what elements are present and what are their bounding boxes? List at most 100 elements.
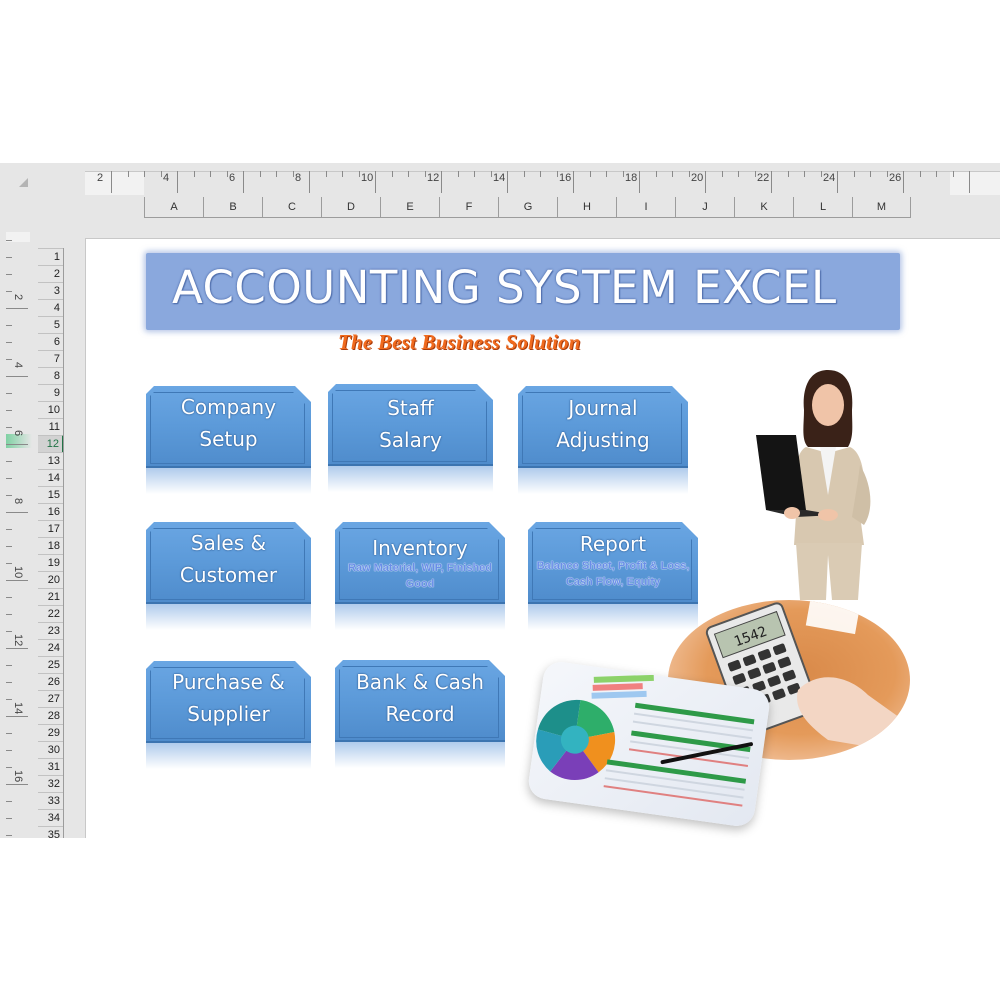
- row-header-17[interactable]: 17: [38, 520, 63, 537]
- row-header-25[interactable]: 25: [38, 656, 63, 673]
- ruler-tick: [6, 614, 12, 615]
- row-header-1[interactable]: 1: [38, 248, 63, 265]
- column-header-b[interactable]: B: [203, 197, 262, 217]
- sales-customer-button[interactable]: Sales & Customer: [146, 522, 311, 630]
- bank-cash-record-button[interactable]: Bank & Cash Record: [335, 660, 505, 768]
- row-header-11[interactable]: 11: [38, 418, 63, 435]
- row-header-5[interactable]: 5: [38, 316, 63, 333]
- tile-reflection: [528, 604, 698, 630]
- ruler-tick: [688, 171, 690, 177]
- ruler-tick: [259, 171, 261, 177]
- column-header-d[interactable]: D: [321, 197, 380, 217]
- banner-title: ACCOUNTING SYSTEM EXCEL: [172, 261, 837, 314]
- ruler-left-margin[interactable]: [85, 171, 144, 195]
- column-header-h[interactable]: H: [557, 197, 616, 217]
- ruler-right-margin[interactable]: [950, 171, 1000, 195]
- purchase-supplier-button[interactable]: Purchase & Supplier: [146, 661, 311, 769]
- ruler-tick: [6, 495, 12, 496]
- column-header-a[interactable]: A: [144, 197, 203, 217]
- ruler-tick: [952, 171, 954, 177]
- ruler-tick: [276, 171, 277, 177]
- ruler-tick: [639, 171, 640, 193]
- row-header-16[interactable]: 16: [38, 503, 63, 520]
- ruler-tick: [6, 563, 12, 564]
- ruler-label: 12: [12, 634, 24, 647]
- ruler-tick: [127, 171, 129, 177]
- column-header-e[interactable]: E: [380, 197, 439, 217]
- row-header-31[interactable]: 31: [38, 758, 63, 775]
- row-header-3[interactable]: 3: [38, 282, 63, 299]
- ruler-tick: [6, 835, 12, 836]
- hand-right: [818, 509, 838, 521]
- row-header-8[interactable]: 8: [38, 367, 63, 384]
- staff-salary-button[interactable]: Staff Salary: [328, 384, 493, 492]
- journal-adjusting-button[interactable]: Journal Adjusting: [518, 386, 688, 494]
- column-header-l[interactable]: L: [793, 197, 852, 217]
- ruler-tick: [6, 444, 28, 445]
- row-header-6[interactable]: 6: [38, 333, 63, 350]
- tile-label: Journal Adjusting: [556, 396, 650, 452]
- row-header-9[interactable]: 9: [38, 384, 63, 401]
- column-header-c[interactable]: C: [262, 197, 321, 217]
- row-header-14[interactable]: 14: [38, 469, 63, 486]
- ruler-label: 2: [97, 172, 104, 184]
- column-header-m[interactable]: M: [852, 197, 911, 217]
- ruler-tick: [325, 171, 327, 177]
- ruler-label: 14: [12, 702, 24, 715]
- row-header-12[interactable]: 12: [38, 435, 63, 452]
- tile-reflection: [146, 743, 311, 769]
- ruler-tick: [424, 171, 426, 177]
- row-header-21[interactable]: 21: [38, 588, 63, 605]
- ruler-tick: [6, 529, 12, 530]
- row-header-35[interactable]: 35: [38, 826, 63, 838]
- row-header-27[interactable]: 27: [38, 690, 63, 707]
- ruler-tick: [6, 699, 12, 700]
- ruler-tick: [375, 171, 376, 193]
- ruler-label: 14: [493, 172, 506, 184]
- row-header-26[interactable]: 26: [38, 673, 63, 690]
- column-header-g[interactable]: G: [498, 197, 557, 217]
- row-header-30[interactable]: 30: [38, 741, 63, 758]
- row-header-34[interactable]: 34: [38, 809, 63, 826]
- ruler-tick: [6, 325, 12, 326]
- ruler-tick: [210, 171, 211, 177]
- row-header-4[interactable]: 4: [38, 299, 63, 316]
- column-header-f[interactable]: F: [439, 197, 498, 217]
- row-header-24[interactable]: 24: [38, 639, 63, 656]
- row-header-23[interactable]: 23: [38, 622, 63, 639]
- ruler-tick: [6, 427, 12, 428]
- ruler-tick: [672, 171, 673, 177]
- row-header-15[interactable]: 15: [38, 486, 63, 503]
- ruler-tick: [540, 171, 541, 177]
- row-header-19[interactable]: 19: [38, 554, 63, 571]
- row-header-18[interactable]: 18: [38, 537, 63, 554]
- column-header-j[interactable]: J: [675, 197, 734, 217]
- select-all-button[interactable]: [19, 178, 28, 187]
- ruler-tick: [606, 171, 607, 177]
- report-button[interactable]: Report Balance Sheet, Profit & Loss, Cas…: [528, 522, 698, 630]
- column-header-k[interactable]: K: [734, 197, 793, 217]
- row-header-2[interactable]: 2: [38, 265, 63, 282]
- ruler-label: 10: [361, 172, 374, 184]
- row-header-28[interactable]: 28: [38, 707, 63, 724]
- row-header-10[interactable]: 10: [38, 401, 63, 418]
- ruler-label: 10: [12, 566, 24, 579]
- inventory-button[interactable]: Inventory Raw Material, WIP, Finished Go…: [335, 522, 505, 630]
- row-header-7[interactable]: 7: [38, 350, 63, 367]
- vertical-ruler: 2 4 6 8 10 12 14 16: [6, 232, 32, 838]
- tile-label: Purchase & Supplier: [172, 670, 285, 726]
- column-header-i[interactable]: I: [616, 197, 675, 217]
- row-header-33[interactable]: 33: [38, 792, 63, 809]
- row-header-29[interactable]: 29: [38, 724, 63, 741]
- row-header-20[interactable]: 20: [38, 571, 63, 588]
- ruler-tick: [919, 171, 921, 177]
- tile-sublabel: Raw Material, WIP, Finished Good: [347, 562, 493, 590]
- ruler-tick: [6, 597, 12, 598]
- company-setup-button[interactable]: Company Setup: [146, 386, 311, 494]
- row-header-22[interactable]: 22: [38, 605, 63, 622]
- ruler-tick: [193, 171, 195, 177]
- row-header-32[interactable]: 32: [38, 775, 63, 792]
- tile-sublabel: Balance Sheet, Profit & Loss, Cash Flow,…: [536, 560, 690, 588]
- row-header-13[interactable]: 13: [38, 452, 63, 469]
- pie-chart: [536, 699, 616, 781]
